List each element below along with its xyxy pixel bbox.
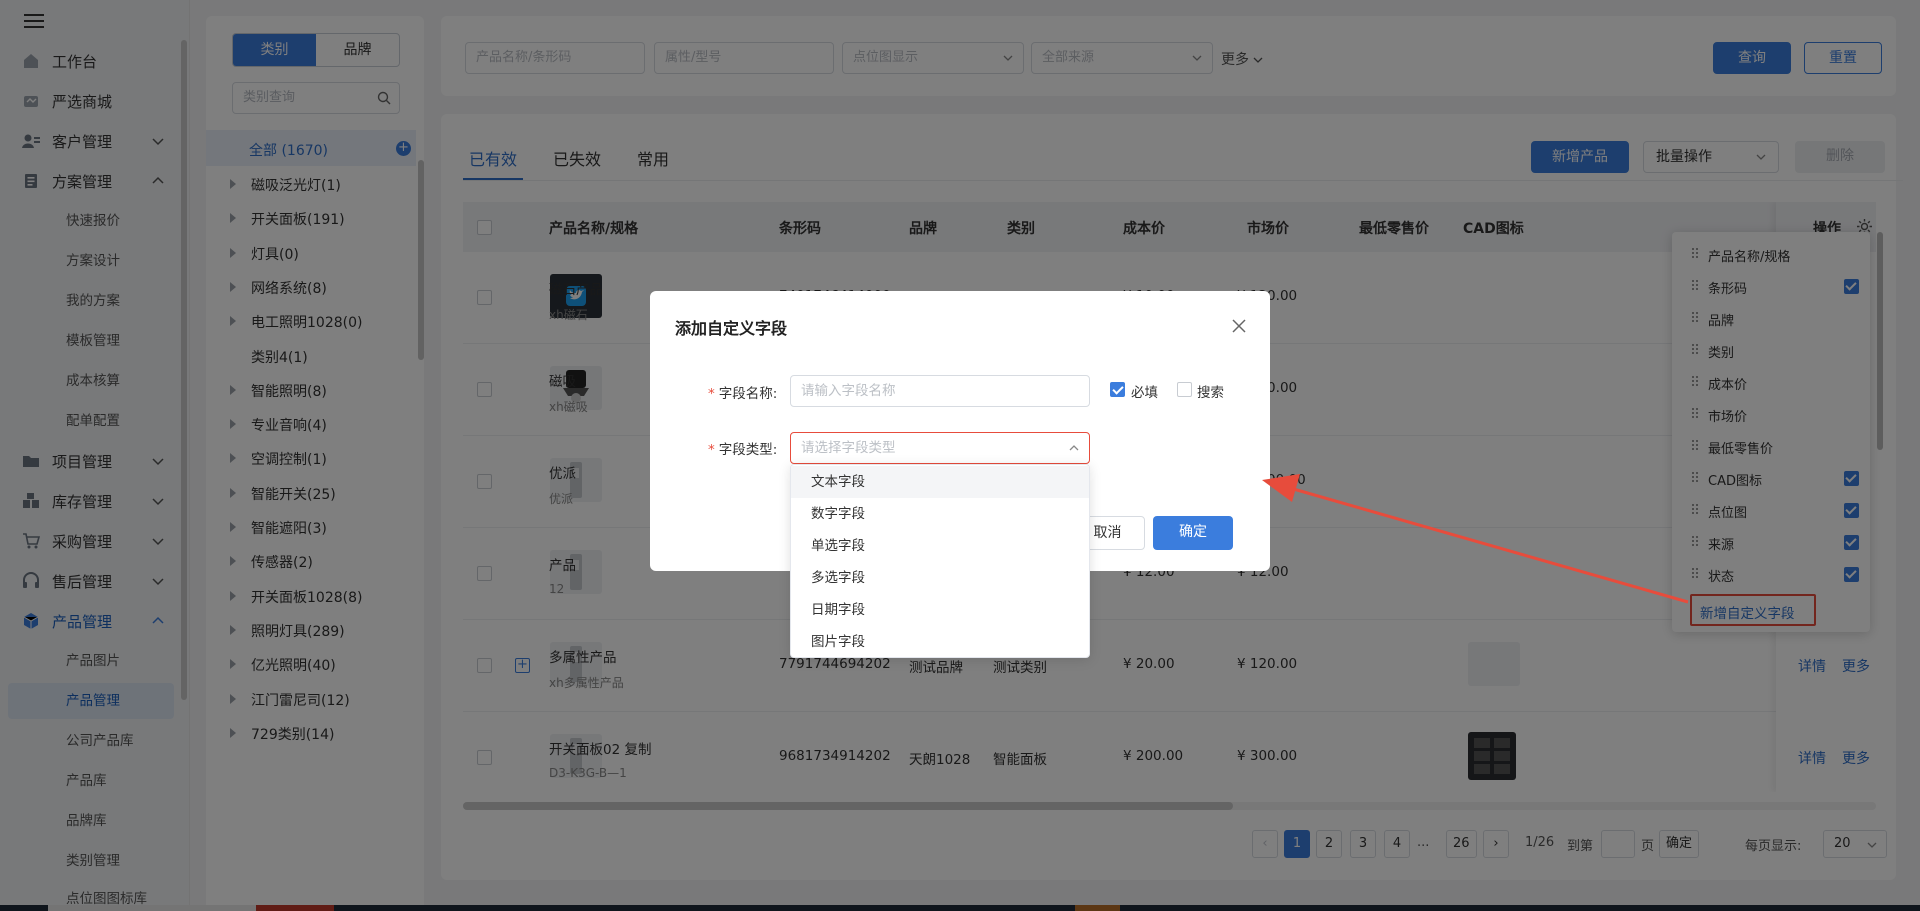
searchable-label: 搜索 [1197, 385, 1224, 401]
required-label: 必填 [1131, 385, 1158, 401]
field-type-dropdown: 文本字段 数字字段 单选字段 多选字段 日期字段 图片字段 [790, 464, 1090, 658]
field-name-placeholder: 请输入字段名称 [801, 383, 896, 399]
field-type-label: * 字段类型: [708, 442, 778, 458]
required-checkbox[interactable] [1110, 382, 1125, 397]
field-type-option[interactable]: 图片字段 [791, 626, 1089, 658]
field-type-option[interactable]: 单选字段 [791, 530, 1089, 562]
searchable-checkbox[interactable] [1177, 382, 1192, 397]
dialog-title: 添加自定义字段 [675, 319, 788, 338]
field-type-select[interactable]: 请选择字段类型 [790, 432, 1090, 464]
field-type-option[interactable]: 文本字段 [791, 466, 1089, 498]
field-name-label-text: 字段名称: [718, 386, 778, 402]
field-type-option[interactable]: 数字字段 [791, 498, 1089, 530]
field-type-placeholder: 请选择字段类型 [801, 440, 896, 456]
chevron-up-icon [1069, 445, 1079, 451]
field-type-label-text: 字段类型: [718, 442, 778, 458]
confirm-button[interactable]: 确定 [1153, 516, 1233, 550]
field-name-label: * 字段名称: [708, 386, 778, 402]
close-icon[interactable] [1230, 317, 1248, 335]
field-name-input[interactable]: 请输入字段名称 [790, 375, 1090, 407]
field-type-option[interactable]: 多选字段 [791, 562, 1089, 594]
field-type-option[interactable]: 日期字段 [791, 594, 1089, 626]
